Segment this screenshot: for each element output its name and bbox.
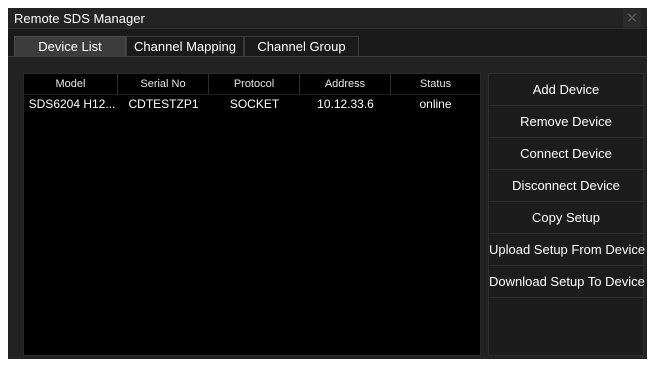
column-header-address[interactable]: Address [300,74,391,94]
table-header: Model Serial No Protocol Address Status [24,74,480,95]
tab-channel-group[interactable]: Channel Group [244,36,359,57]
cell-address: 10.12.33.6 [317,97,374,111]
device-list-panel: Model Serial No Protocol Address Status … [8,56,647,359]
disconnect-device-button[interactable]: Disconnect Device [489,170,643,202]
window-title: Remote SDS Manager [14,11,145,26]
download-setup-to-device-button[interactable]: Download Setup To Device [489,266,645,298]
tab-channel-mapping[interactable]: Channel Mapping [126,36,244,57]
cell-status: online [419,97,452,111]
cell-protocol: SOCKET [229,97,280,111]
copy-setup-button[interactable]: Copy Setup [489,202,643,234]
tab-bar: Device List Channel Mapping Channel Grou… [8,29,647,57]
tab-device-list[interactable]: Device List [14,36,126,57]
column-header-protocol[interactable]: Protocol [209,74,300,94]
add-device-button[interactable]: Add Device [489,74,643,106]
remote-sds-manager-window: Remote SDS Manager ✕ Device List Channel… [8,8,647,359]
cell-serial-no: CDTESTZP1 [128,97,199,111]
remove-device-button[interactable]: Remove Device [489,106,643,138]
column-header-status[interactable]: Status [391,74,480,94]
table-row[interactable]: SDS6204 H12... CDTESTZP1 SOCKET 10.12.33… [24,95,480,113]
connect-device-button[interactable]: Connect Device [489,138,643,170]
close-button[interactable]: ✕ [623,9,641,27]
upload-setup-from-device-button[interactable]: Upload Setup From Device [489,234,645,266]
column-header-model[interactable]: Model [24,74,118,94]
title-bar: Remote SDS Manager ✕ [8,8,647,29]
close-icon: ✕ [625,9,639,27]
column-header-serial-no[interactable]: Serial No [118,74,209,94]
device-table[interactable]: Model Serial No Protocol Address Status … [23,73,481,356]
action-button-panel: Add Device Remove Device Connect Device … [488,73,645,356]
cell-model: SDS6204 H12... [28,97,116,111]
